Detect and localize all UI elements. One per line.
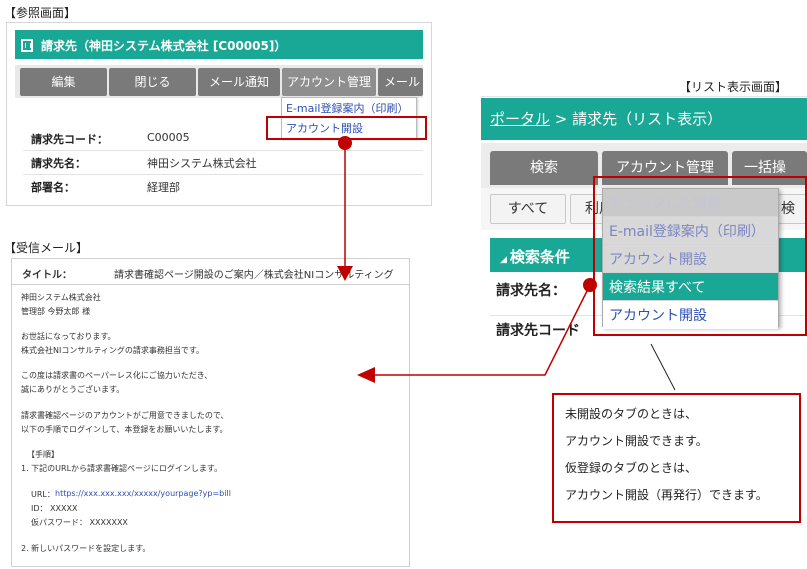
arrow-start-dot: [583, 278, 597, 292]
arrow-start-dot: [338, 136, 352, 150]
note-pointer-line: [650, 343, 676, 391]
arrow-head-down: [337, 266, 353, 281]
arrow-head-left: [357, 367, 375, 383]
connector-arrows: [337, 136, 676, 391]
arrow-line: [373, 284, 591, 376]
